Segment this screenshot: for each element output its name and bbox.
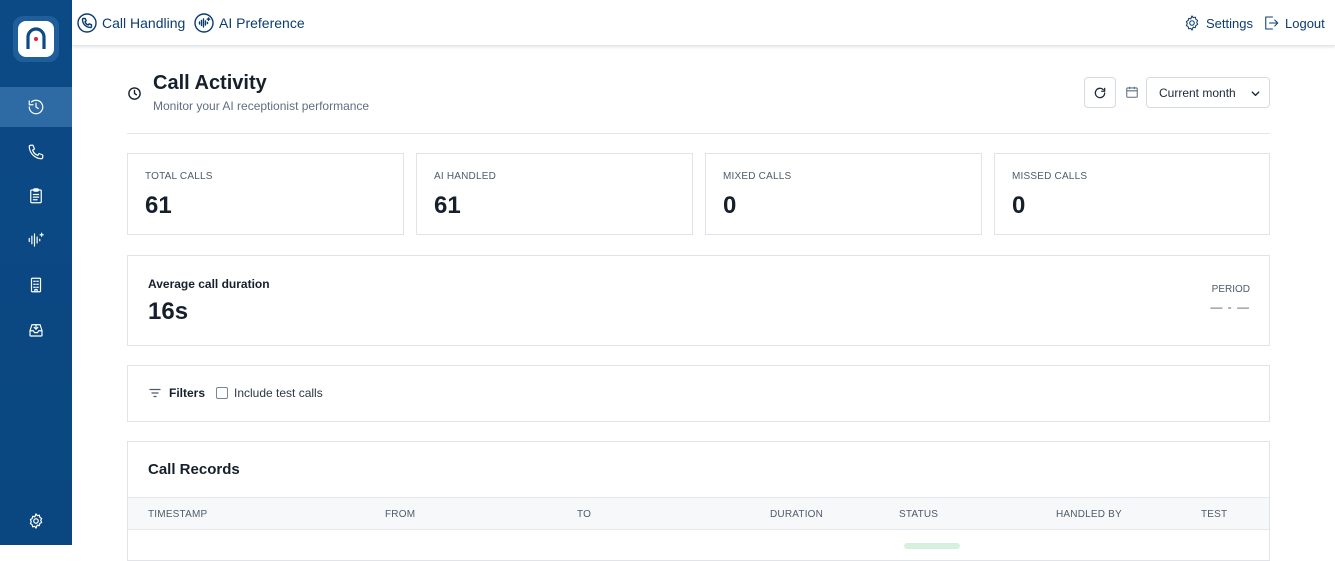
sidebar — [0, 0, 72, 545]
building-icon — [30, 277, 42, 293]
period-select-value: Current month — [1159, 85, 1236, 100]
filter-icon — [149, 388, 161, 398]
column-header-timestamp[interactable]: TIMESTAMP — [148, 509, 207, 520]
sidebar-item-inbox[interactable] — [0, 310, 72, 350]
call-records-card: Call Records TIMESTAMP FROM TO DURATION … — [127, 441, 1270, 561]
gear-icon — [29, 513, 43, 529]
header-divider — [127, 133, 1270, 134]
inbox-icon — [29, 324, 43, 337]
settings-link[interactable]: Settings — [1183, 11, 1253, 35]
ai-wave-circle-icon — [194, 13, 214, 33]
logo-mark — [18, 21, 54, 57]
logout-label: Logout — [1285, 15, 1325, 31]
average-duration-card: Average call duration 16s PERIOD — - — — [127, 255, 1270, 346]
column-header-to[interactable]: TO — [577, 509, 591, 520]
include-test-calls-label[interactable]: Include test calls — [234, 386, 323, 400]
clipboard-icon — [30, 188, 42, 204]
column-header-handled-by[interactable]: HANDLED BY — [1056, 509, 1122, 520]
column-header-duration[interactable]: DURATION — [770, 509, 823, 520]
period-label: PERIOD — [1211, 284, 1250, 295]
clock-icon — [128, 87, 141, 100]
phone-icon — [28, 144, 44, 160]
sidebar-item-calls[interactable] — [0, 132, 72, 172]
stat-label: MISSED CALLS — [1012, 171, 1088, 182]
calendar-icon — [1126, 86, 1138, 98]
history-icon — [28, 99, 44, 115]
nav-ai-preference-label: AI Preference — [219, 15, 305, 31]
sidebar-item-business[interactable] — [0, 265, 72, 305]
average-duration-value: 16s — [148, 298, 189, 325]
nav-call-handling[interactable]: Call Handling — [77, 11, 185, 35]
stat-value: 0 — [723, 192, 737, 219]
stat-label: MIXED CALLS — [723, 171, 792, 182]
nav-call-handling-label: Call Handling — [102, 15, 186, 31]
stat-value: 61 — [434, 192, 461, 219]
column-header-from[interactable]: FROM — [385, 509, 415, 520]
top-bar: Call Handling AI Preference Settings Log… — [72, 0, 1335, 46]
sidebar-item-settings[interactable] — [0, 501, 72, 541]
logout-icon — [1265, 16, 1279, 30]
stat-card-ai-handled: AI HANDLED 61 — [416, 153, 693, 235]
stat-label: TOTAL CALLS — [145, 171, 213, 182]
include-test-calls-checkbox[interactable] — [216, 387, 228, 399]
period-select[interactable]: Current month — [1146, 77, 1270, 108]
average-duration-label: Average call duration — [148, 277, 270, 291]
settings-label: Settings — [1206, 15, 1253, 31]
filters-label: Filters — [169, 386, 206, 400]
stat-value: 61 — [145, 192, 172, 219]
sidebar-item-tasks[interactable] — [0, 176, 72, 216]
stat-label: AI HANDLED — [434, 171, 497, 182]
ai-voice-icon — [28, 232, 44, 247]
refresh-button[interactable] — [1084, 77, 1116, 108]
column-header-test[interactable]: TEST — [1201, 509, 1227, 520]
stat-card-total-calls: TOTAL CALLS 61 — [127, 153, 404, 235]
app-logo[interactable] — [13, 16, 59, 62]
phone-circle-icon — [77, 13, 97, 33]
stat-card-mixed-calls: MIXED CALLS 0 — [705, 153, 982, 235]
status-badge — [904, 543, 960, 549]
refresh-icon — [1094, 87, 1106, 98]
table-header: TIMESTAMP FROM TO DURATION STATUS HANDLE… — [128, 497, 1269, 530]
stat-card-missed-calls: MISSED CALLS 0 — [994, 153, 1270, 235]
page-subtitle: Monitor your AI receptionist performance — [153, 99, 370, 113]
settings-gear-icon — [1185, 15, 1199, 31]
filters-card: Filters Include test calls — [127, 365, 1270, 422]
main-content: Call Activity Monitor your AI receptioni… — [72, 46, 1335, 561]
page-title: Call Activity — [153, 72, 267, 94]
period-value: — - — — [1210, 300, 1250, 314]
logout-link[interactable]: Logout — [1262, 11, 1325, 35]
nav-ai-preference[interactable]: AI Preference — [194, 11, 305, 35]
chevron-down-icon — [1251, 91, 1260, 97]
call-records-title: Call Records — [148, 461, 240, 478]
column-header-status[interactable]: STATUS — [899, 509, 938, 520]
sidebar-item-call-activity[interactable] — [0, 87, 72, 127]
sidebar-item-ai-voice[interactable] — [0, 220, 72, 260]
stat-value: 0 — [1012, 192, 1026, 219]
logo-icon — [26, 27, 46, 49]
